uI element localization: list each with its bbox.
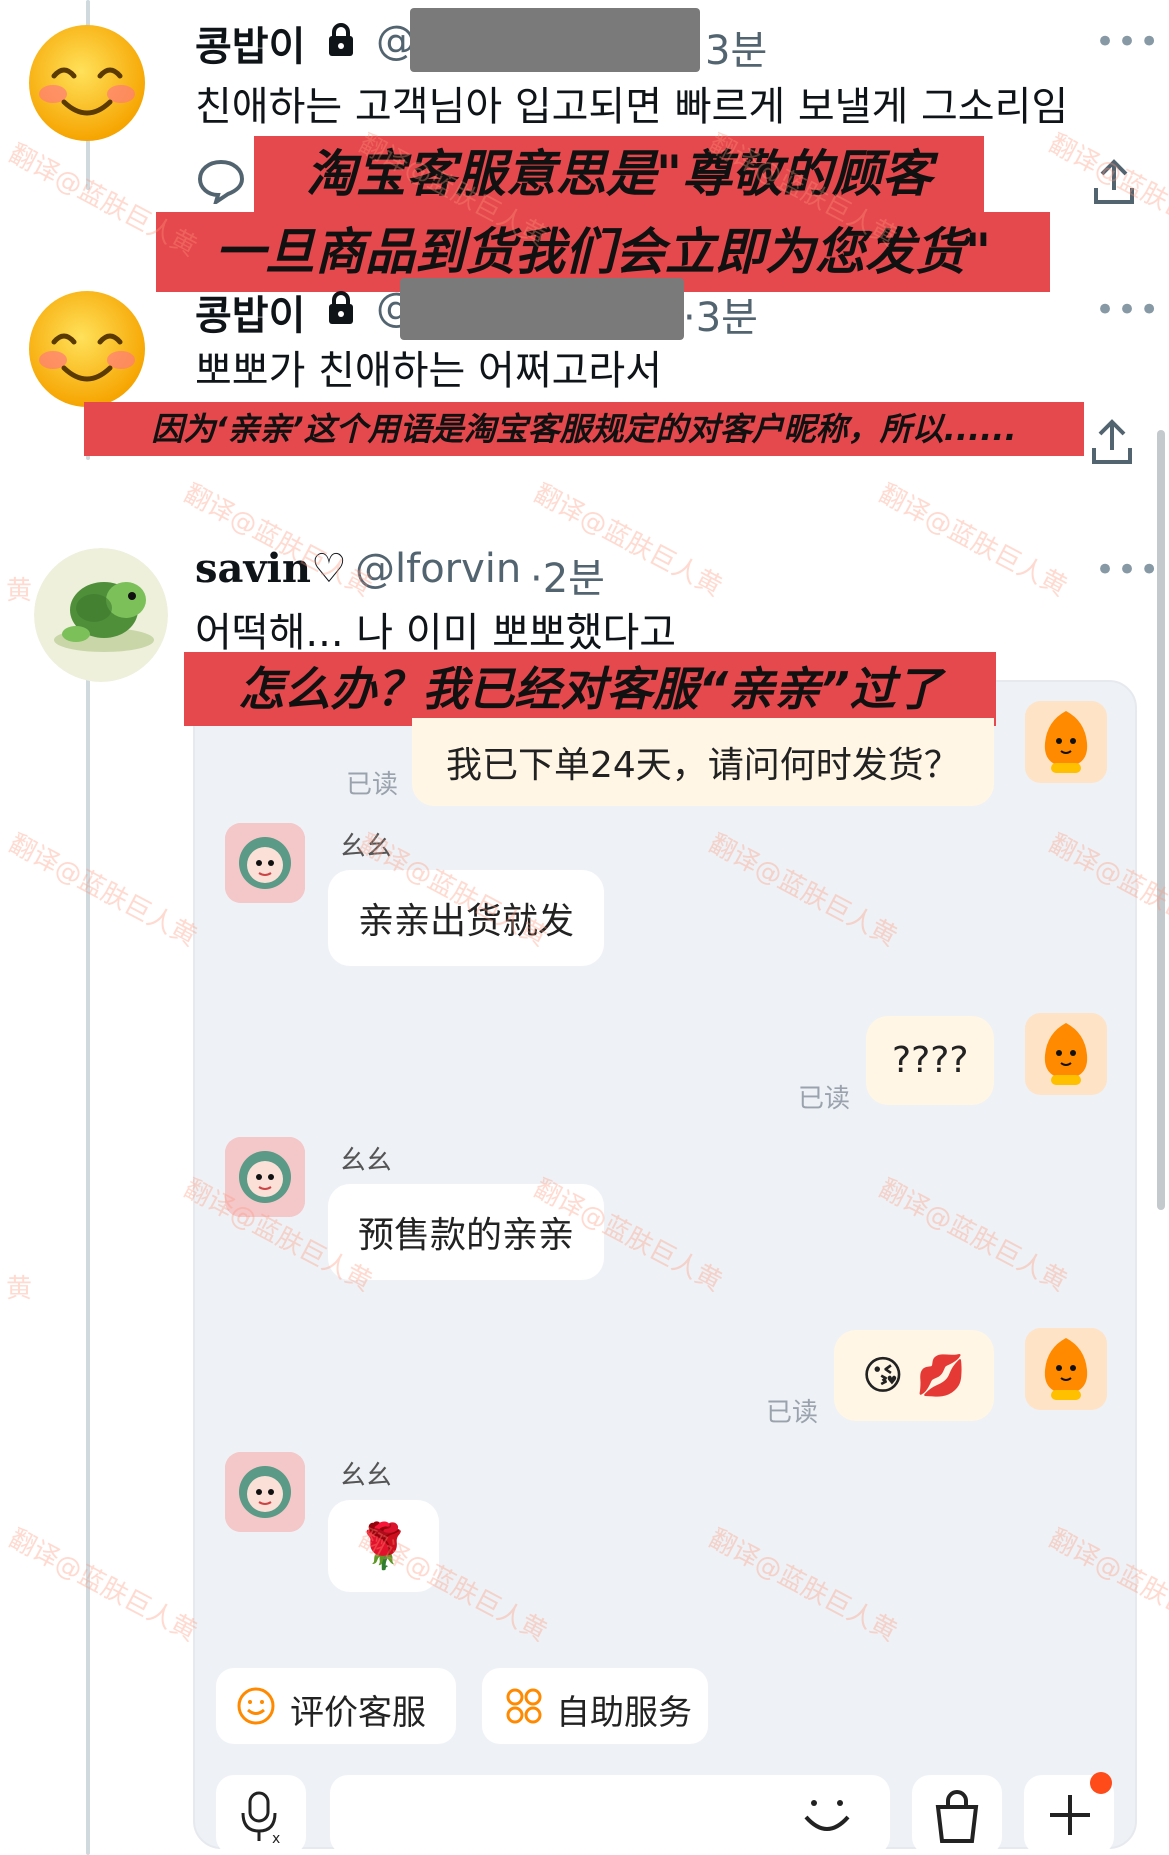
self-service-label: 自助服务: [556, 1693, 692, 1733]
shopping-bag-icon: [932, 1789, 982, 1847]
tweet-author-name[interactable]: savin♡: [195, 545, 347, 592]
agent-avatar: [225, 1452, 305, 1532]
grid-icon: [504, 1686, 544, 1735]
chat-bubble-customer: ????: [866, 1016, 995, 1105]
watermark: 翻译@蓝肤巨人黄: [873, 478, 1072, 603]
read-receipt: 已读: [798, 1084, 851, 1114]
more-options-icon[interactable]: •••: [1095, 550, 1161, 590]
tweet-time[interactable]: ·2분: [530, 546, 605, 604]
thread-line: [86, 590, 90, 1855]
avatar-turtle[interactable]: [34, 548, 168, 682]
tweet-text: 친애하는 고객님아 입고되면 빠르게 보낼게 그소리임: [195, 84, 1069, 130]
voice-input-button[interactable]: x: [216, 1775, 306, 1855]
scrollbar[interactable]: [1157, 430, 1165, 1210]
more-options-icon[interactable]: •••: [1095, 290, 1161, 330]
rate-service-label: 评价客服: [290, 1693, 426, 1733]
chat-bubble-agent: 🌹: [328, 1500, 439, 1592]
tweet-handle[interactable]: @lforvin: [355, 546, 521, 592]
lock-icon: [326, 290, 356, 330]
message-input[interactable]: [330, 1775, 890, 1855]
tweet-time[interactable]: ·3분: [683, 285, 758, 343]
chat-bubble-agent: 预售款的亲亲: [328, 1184, 605, 1280]
svg-text:x: x: [272, 1831, 280, 1845]
agent-name: 幺幺: [340, 832, 393, 862]
emoji-icon[interactable]: [800, 1797, 854, 1841]
share-icon[interactable]: [1092, 158, 1136, 210]
customer-avatar: [1025, 1328, 1107, 1410]
translation-banner-2: 因为‘亲亲’这个用语是淘宝客服规定的对客户昵称，所以......: [84, 402, 1084, 456]
read-receipt: 已读: [346, 770, 399, 800]
plus-icon: [1046, 1791, 1094, 1843]
read-receipt: 已读: [766, 1398, 819, 1428]
agent-name: 幺幺: [340, 1461, 393, 1491]
agent-avatar: [225, 1137, 305, 1217]
self-service-button[interactable]: 自助服务: [482, 1668, 708, 1744]
rate-service-button[interactable]: 评价客服: [216, 1668, 456, 1744]
tweet-author-name[interactable]: 콩밥이: [195, 283, 305, 341]
watermark: 翻译@蓝肤巨人黄: [3, 828, 202, 953]
agent-avatar: [225, 823, 305, 903]
reply-icon[interactable]: [196, 158, 246, 208]
watermark-fragment: 黄: [6, 1274, 33, 1304]
customer-avatar: [1025, 701, 1107, 783]
tweet-text: 어떡해... 나 이미 뽀뽀했다고: [195, 610, 677, 656]
agent-name: 幺幺: [340, 1146, 393, 1176]
notification-dot: [1090, 1772, 1112, 1794]
chat-bubble-customer: 😘 💋: [834, 1330, 995, 1421]
share-icon[interactable]: [1090, 418, 1134, 470]
avatar-smiley[interactable]: [28, 290, 146, 408]
translation-banner-1: 淘宝客服意思是"尊敬的顾客: [254, 136, 984, 212]
avatar-smiley[interactable]: [28, 24, 146, 142]
customer-avatar: [1025, 1013, 1107, 1095]
lock-icon: [326, 22, 356, 62]
smiley-icon: [236, 1686, 276, 1735]
translation-banner-3: 怎么办？我已经对客服“亲亲”过了: [184, 652, 996, 726]
redacted-handle: [400, 278, 684, 340]
voice-input-icon: x: [238, 1789, 288, 1849]
tweet-author-name[interactable]: 콩밥이: [195, 14, 305, 72]
watermark-fragment: 黄: [6, 576, 33, 606]
tweet-text: 뽀뽀가 친애하는 어쩌고라서: [195, 348, 663, 394]
redacted-handle: [410, 8, 700, 72]
more-options-icon[interactable]: •••: [1095, 22, 1161, 62]
tweet-time[interactable]: 3분: [705, 18, 767, 76]
shopping-bag-button[interactable]: [912, 1775, 1002, 1855]
chat-bubble-agent: 亲亲出货就发: [328, 870, 605, 966]
chat-bubble-customer: 我已下单24天，请问何时发货？: [412, 718, 994, 806]
watermark: 翻译@蓝肤巨人黄: [3, 1523, 202, 1648]
